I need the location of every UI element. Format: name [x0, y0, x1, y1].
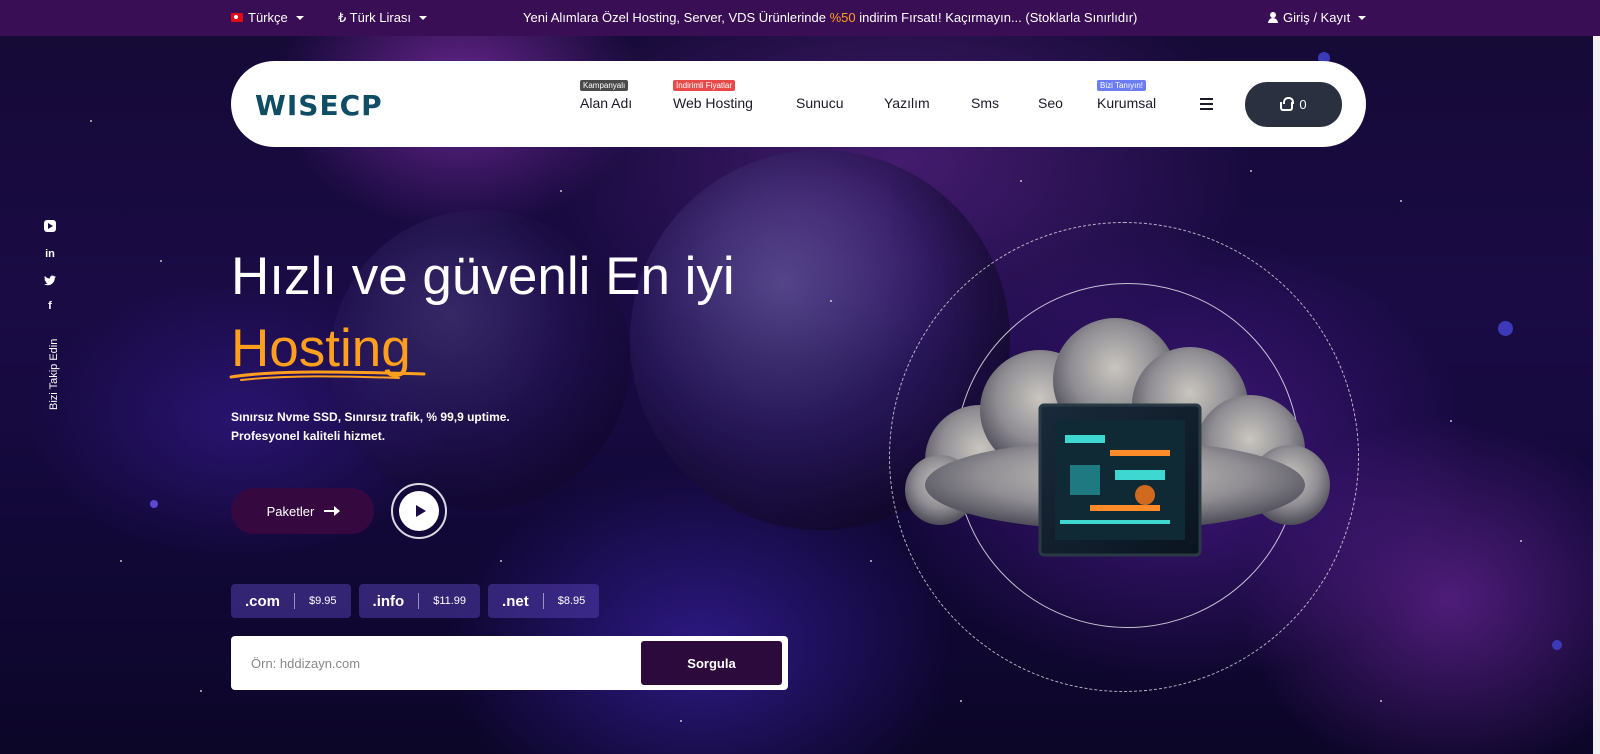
- star: [500, 560, 502, 562]
- login-register-link[interactable]: Giriş / Kayıt: [1268, 10, 1367, 25]
- star: [90, 120, 92, 122]
- caret-down-icon: [1358, 15, 1367, 20]
- hero-desc-line2: Profesyonel kaliteli hizmet.: [231, 429, 386, 443]
- star: [160, 260, 162, 262]
- nav-item-sms[interactable]: Sms: [971, 95, 999, 111]
- domain-price-list: .com $9.95 .info $11.99 .net $8.95: [231, 584, 600, 618]
- turkey-flag-icon: [231, 13, 243, 22]
- star: [1250, 170, 1252, 172]
- youtube-icon[interactable]: [44, 220, 56, 232]
- domain-search-input[interactable]: [251, 650, 631, 676]
- star: [560, 190, 562, 192]
- play-icon: [415, 505, 426, 517]
- arrow-right-icon: [324, 506, 341, 516]
- play-video-button[interactable]: [391, 483, 447, 539]
- user-icon: [1268, 12, 1278, 23]
- login-label: Giriş / Kayıt: [1283, 10, 1351, 25]
- domain-tld: .com: [245, 592, 281, 610]
- caret-down-icon: [419, 16, 428, 20]
- top-bar: Türkçe ₺ Türk Lirası Yeni Alımlara Özel …: [0, 0, 1600, 36]
- domain-price-com[interactable]: .com $9.95: [231, 584, 351, 618]
- domain-search-box: Sorgula: [231, 636, 788, 690]
- announcement-post: indirim Fırsatı! Kaçırmayın... (Stoklarl…: [855, 10, 1138, 25]
- follow-us-label: Bizi Takip Edin: [48, 338, 60, 410]
- hero-description: Sınırsız Nvme SSD, Sınırsız trafik, % 99…: [231, 408, 591, 446]
- announcement-highlight: %50: [829, 10, 856, 25]
- orb-decoration: [1552, 640, 1562, 650]
- nav-item-kurumsal[interactable]: Bizi Tanıyın! Kurumsal: [1097, 80, 1157, 111]
- nav-badge-kampanyali: Kampanyalı: [580, 80, 629, 91]
- announcement-text: Yeni Alımlara Özel Hosting, Server, VDS …: [523, 10, 1137, 25]
- domain-price-net[interactable]: .net $8.95: [488, 584, 600, 618]
- twitter-icon[interactable]: [44, 275, 56, 287]
- nav-item-label: Web Hosting: [673, 95, 753, 111]
- star: [1400, 200, 1402, 202]
- domain-price: $11.99: [433, 595, 467, 607]
- language-selector[interactable]: Türkçe: [231, 10, 304, 25]
- caret-down-icon: [295, 15, 304, 20]
- wisecp-logo[interactable]: WISECP: [255, 89, 383, 122]
- accent-underline-decoration: [229, 370, 426, 381]
- domain-price-info[interactable]: .info $11.99: [358, 584, 481, 618]
- nav-item-web-hosting[interactable]: İndirimli Fiyatlar Web Hosting: [673, 80, 753, 111]
- nav-item-alan-adi[interactable]: Kampanyalı Alan Adı: [580, 80, 633, 111]
- packages-label: Paketler: [266, 503, 315, 519]
- star: [680, 720, 682, 722]
- currency-label: ₺ Türk Lirası: [338, 10, 412, 25]
- domain-search-button[interactable]: Sorgula: [641, 641, 782, 685]
- main-navigation: WISECP Kampanyalı Alan Adı İndirimli Fiy…: [231, 61, 1366, 147]
- nav-badge-indirimli-fiyatlar: İndirimli Fiyatlar: [673, 80, 736, 91]
- divider: [294, 593, 296, 609]
- nav-item-label: Yazılım: [884, 95, 930, 111]
- divider: [542, 593, 544, 609]
- star: [200, 690, 202, 692]
- nav-item-label: Sunucu: [796, 95, 844, 111]
- star: [960, 700, 962, 702]
- nav-item-label: Alan Adı: [580, 95, 633, 111]
- star: [830, 300, 832, 302]
- nav-item-yazilim[interactable]: Yazılım: [884, 95, 930, 111]
- nav-item-label: Seo: [1038, 95, 1063, 111]
- packages-button[interactable]: Paketler: [231, 488, 374, 534]
- star: [870, 560, 872, 562]
- star: [1380, 700, 1382, 702]
- play-button-inner: [399, 491, 439, 531]
- nav-item-seo[interactable]: Seo: [1038, 95, 1063, 111]
- currency-selector[interactable]: ₺ Türk Lirası: [338, 10, 428, 26]
- language-label: Türkçe: [248, 10, 288, 25]
- nav-item-label: Sms: [971, 95, 999, 111]
- cart-count: 0: [1299, 97, 1307, 112]
- star: [1450, 420, 1452, 422]
- domain-tld: .info: [372, 592, 405, 610]
- scrollbar[interactable]: [1593, 36, 1600, 754]
- nav-item-sunucu[interactable]: Sunucu: [796, 95, 843, 111]
- star: [1020, 180, 1022, 182]
- star: [1520, 540, 1522, 542]
- star: [120, 560, 122, 562]
- domain-price: $9.95: [309, 595, 337, 607]
- hamburger-menu-icon[interactable]: [1200, 98, 1213, 110]
- domain-tld: .net: [502, 592, 529, 610]
- hero-desc-line1: Sınırsız Nvme SSD, Sınırsız trafik, % 99…: [231, 410, 510, 424]
- basket-icon: [1280, 96, 1295, 111]
- orb-decoration: [150, 500, 158, 508]
- cloud-server-illustration: [905, 318, 1330, 557]
- orb-decoration: [1498, 321, 1513, 336]
- facebook-icon[interactable]: f: [44, 300, 56, 312]
- divider: [418, 593, 420, 609]
- domain-price: $8.95: [557, 595, 586, 607]
- hero-title: Hızlı ve güvenli En iyi: [231, 247, 735, 306]
- nav-badge-bizi-taniyin: Bizi Tanıyın!: [1097, 80, 1146, 91]
- announcement-pre: Yeni Alımlara Özel Hosting, Server, VDS …: [523, 10, 830, 25]
- linkedin-icon[interactable]: in: [44, 248, 56, 260]
- cart-button[interactable]: 0: [1245, 82, 1342, 127]
- nav-item-label: Kurumsal: [1097, 95, 1157, 111]
